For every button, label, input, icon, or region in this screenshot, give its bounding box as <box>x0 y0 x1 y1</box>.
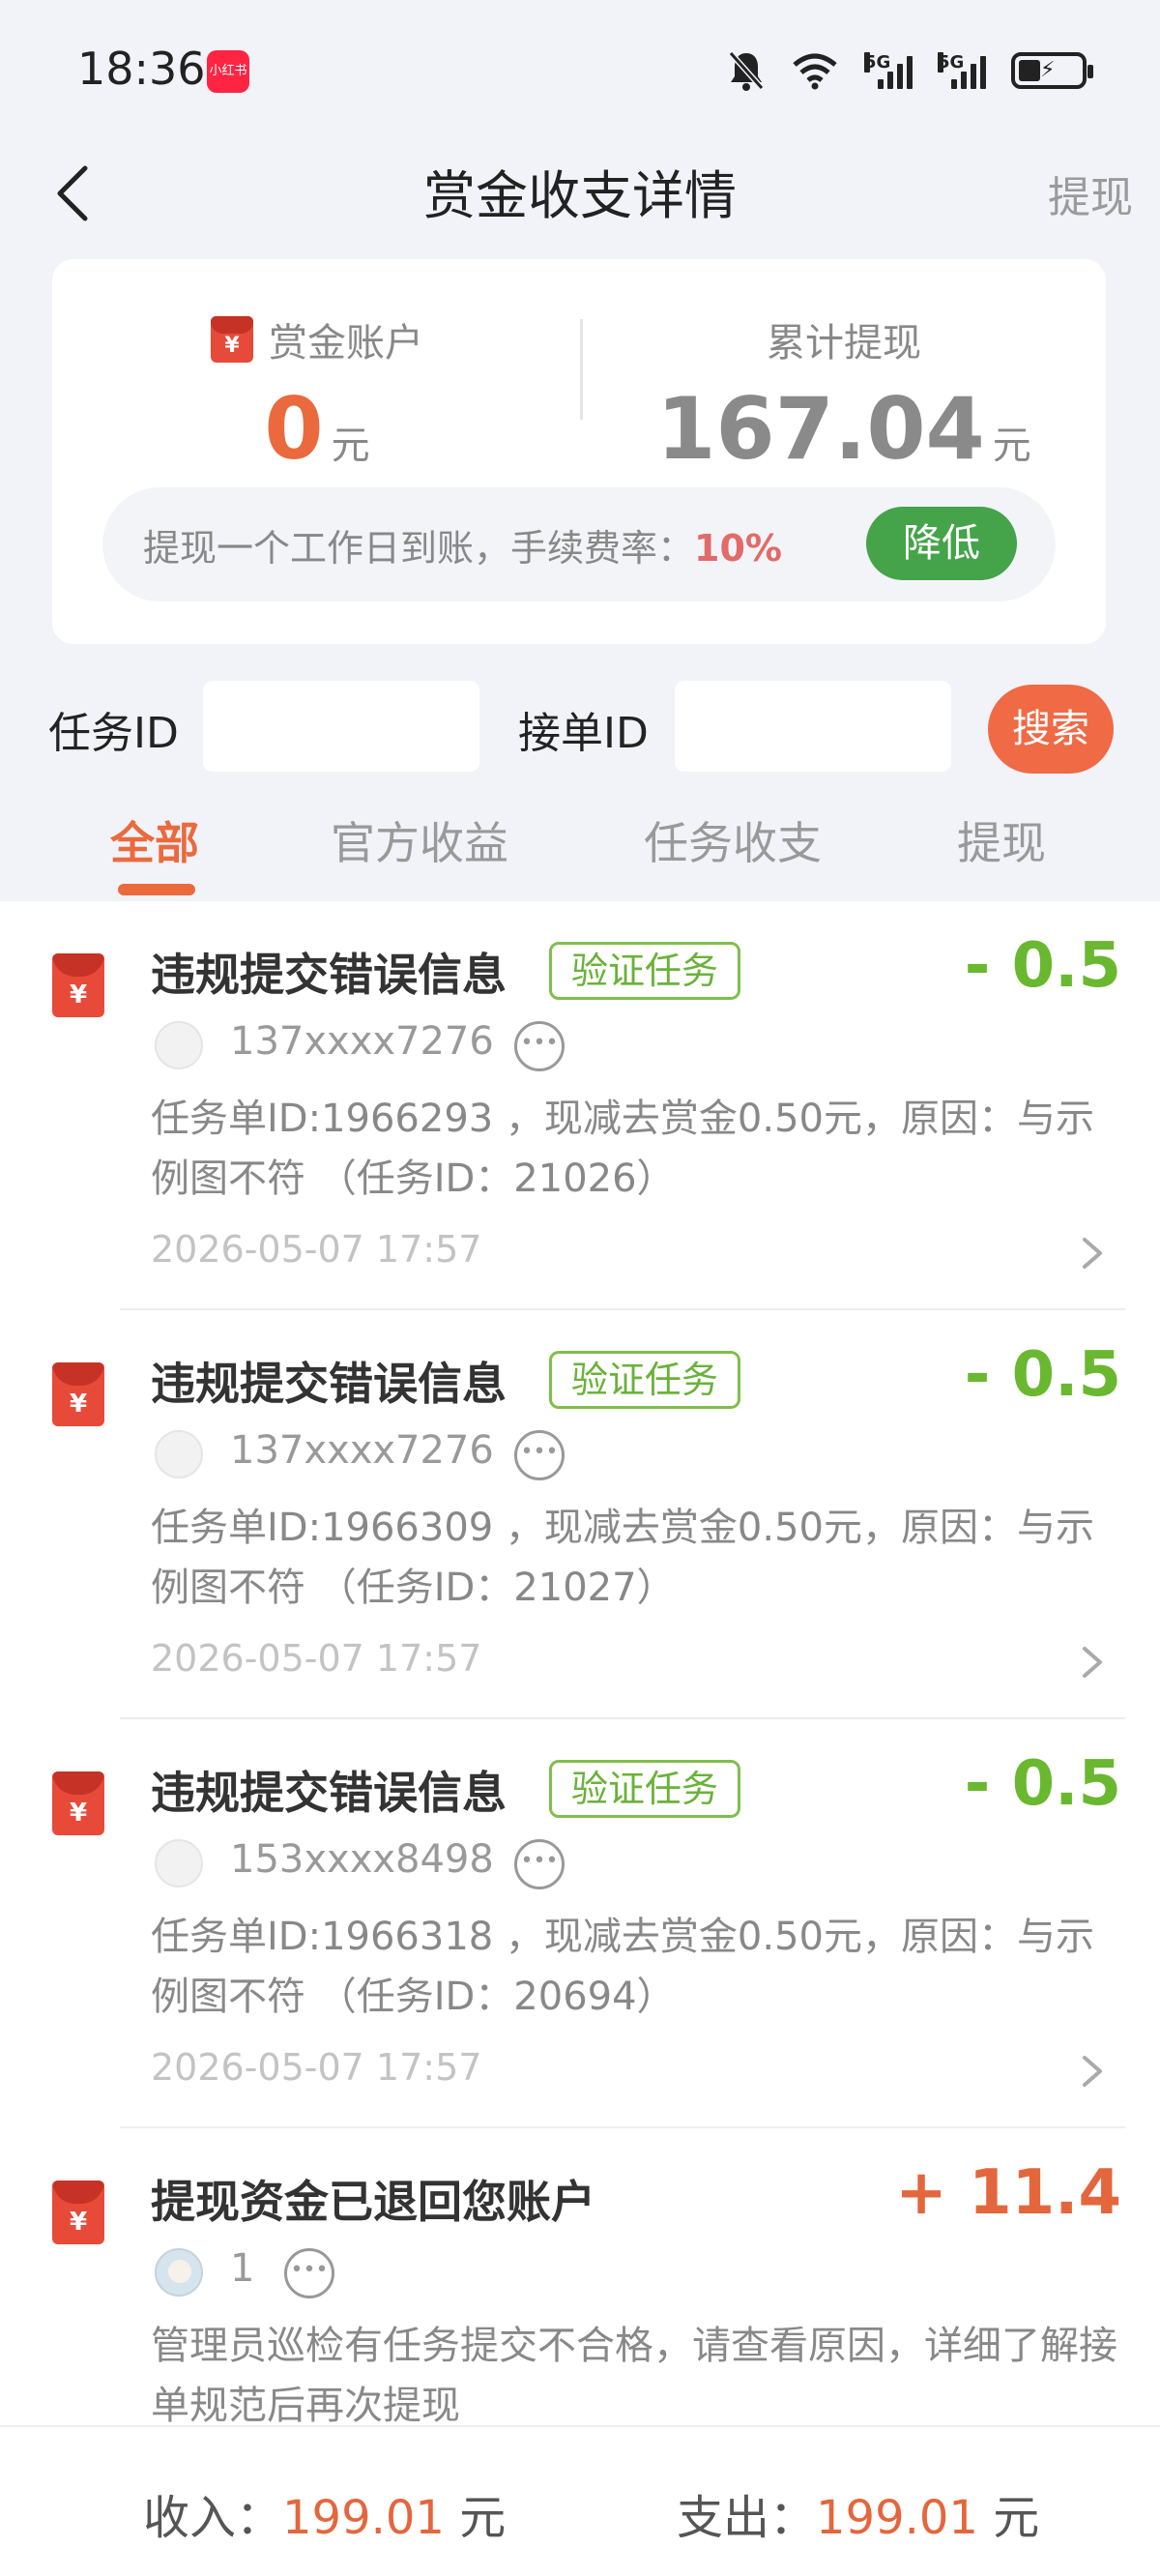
expense-unit: 元 <box>993 2491 1040 2545</box>
bounty-account-label: ¥ 赏金账户 <box>211 311 423 367</box>
total-withdrawn: 累计提现 167.04 元 <box>582 311 1106 479</box>
bounty-account-value: 0 <box>264 379 324 479</box>
fee-info-text: 提现一个工作日到账，手续费率：10% <box>143 518 782 571</box>
record-title: 违规提交错误信息 <box>151 949 507 1001</box>
record-user: 153xxxx8498 <box>230 1837 494 1882</box>
record-description: 任务单ID:1966318 ，现减去赏金0.50元，原因：与示例图不符 （任务I… <box>151 1915 1094 2019</box>
record-user: 137xxxx7276 <box>230 1019 494 1064</box>
total-withdrawn-value: 167.04 <box>656 379 985 479</box>
status-bar: 18:36 小红书 5G 5G ⚡ <box>0 0 1160 145</box>
record-amount: - 0.5 <box>964 930 1121 1002</box>
search-button[interactable]: 搜索 <box>988 685 1114 774</box>
task-id-input[interactable] <box>203 681 479 772</box>
list-item[interactable]: ¥ 违规提交错误信息 验证任务 - 0.5 137xxxx7276 ••• 任务… <box>0 901 1160 1310</box>
network-type-label: 5G <box>938 52 965 73</box>
withdraw-link[interactable]: 提现 <box>1048 162 1133 224</box>
order-id-label: 接单ID <box>518 709 649 758</box>
status-icons: 5G 5G ⚡ <box>727 48 1093 93</box>
expense-value: 199.01 <box>816 2491 978 2545</box>
red-envelope-icon: ¥ <box>52 2181 104 2244</box>
total-withdrawn-unit: 元 <box>992 424 1031 468</box>
record-title: 提现资金已退回您账户 <box>151 2176 595 2228</box>
footer-totals: 收入：199.01 元 支出：199.01 元 <box>0 2425 1160 2576</box>
task-id-label: 任务ID <box>48 709 179 758</box>
red-envelope-icon: ¥ <box>211 316 253 363</box>
record-time: 2026-05-07 17:57 <box>151 2046 482 2089</box>
chevron-right-icon[interactable] <box>1073 2052 1112 2091</box>
total-withdrawn-label: 累计提现 <box>767 321 921 366</box>
tab-withdraw[interactable]: 提现 <box>957 808 1046 872</box>
network-type-label: 5G <box>864 52 891 73</box>
wifi-icon <box>793 53 837 90</box>
list-item[interactable]: ¥ 违规提交错误信息 验证任务 - 0.5 137xxxx7276 ••• 任务… <box>0 1310 1160 1719</box>
record-title: 违规提交错误信息 <box>151 1767 507 1819</box>
record-tag: 验证任务 <box>549 1760 741 1818</box>
tab-active-indicator <box>118 884 195 895</box>
chevron-right-icon[interactable] <box>1073 1234 1112 1273</box>
chevron-right-icon[interactable] <box>1073 1643 1112 1682</box>
income-label: 收入： <box>143 2491 283 2545</box>
record-time: 2026-05-07 17:57 <box>151 1228 482 1271</box>
order-id-input[interactable] <box>675 681 951 772</box>
battery-charging-icon: ⚡ <box>1011 52 1093 89</box>
bounty-account: ¥ 赏金账户 0元 <box>52 311 582 479</box>
search-row: 任务ID 接单ID 搜索 <box>0 681 1160 774</box>
tab-all[interactable]: 全部 <box>110 808 199 872</box>
chat-bubble-icon[interactable]: ••• <box>514 1021 565 1071</box>
reduce-fee-button[interactable]: 降低 <box>866 507 1017 580</box>
red-envelope-icon: ¥ <box>52 1362 104 1426</box>
bounty-account-unit: 元 <box>331 424 370 468</box>
record-amount: + 11.4 <box>895 2157 1121 2229</box>
fee-description: 提现一个工作日到账，手续费率： <box>143 527 695 570</box>
bounty-account-text: 赏金账户 <box>269 321 423 366</box>
record-time: 2026-05-07 17:57 <box>151 1637 482 1680</box>
record-description: 任务单ID:1966309 ，现减去赏金0.50元，原因：与示例图不符 （任务I… <box>151 1506 1094 1610</box>
red-envelope-icon: ¥ <box>52 1771 104 1835</box>
income-total: 收入：199.01 元 <box>143 2479 506 2547</box>
tab-task-transactions[interactable]: 任务收支 <box>644 808 822 872</box>
red-envelope-icon: ¥ <box>52 953 104 1017</box>
record-tag: 验证任务 <box>549 942 741 1000</box>
expense-label: 支出： <box>677 2491 817 2545</box>
chat-bubble-icon[interactable]: ••• <box>514 1430 565 1480</box>
income-value: 199.01 <box>282 2491 445 2545</box>
record-amount: - 0.5 <box>964 1339 1121 1411</box>
app-notification-icon: 小红书 <box>207 50 249 93</box>
record-description: 管理员巡检有任务提交不合格，请查看原因，详细了解接单规范后再次提现 <box>151 2324 1117 2428</box>
chat-bubble-icon[interactable]: ••• <box>514 1839 565 1889</box>
bell-off-icon <box>728 51 765 91</box>
record-tag: 验证任务 <box>549 1351 741 1409</box>
record-description: 任务单ID:1966293 ，现减去赏金0.50元，原因：与示例图不符 （任务I… <box>151 1097 1094 1201</box>
avatar <box>155 2248 203 2297</box>
tab-official-income[interactable]: 官方收益 <box>331 808 508 872</box>
signal-5g-icon: 5G <box>938 52 986 89</box>
chat-bubble-icon[interactable]: ••• <box>284 2248 334 2298</box>
expense-total: 支出：199.01 元 <box>677 2479 1039 2547</box>
fee-rate: 10% <box>694 527 782 570</box>
record-title: 违规提交错误信息 <box>151 1358 507 1410</box>
record-amount: - 0.5 <box>964 1748 1121 1820</box>
avatar <box>155 1839 203 1888</box>
status-time: 18:36 <box>77 43 206 95</box>
summary-card: ¥ 赏金账户 0元 累计提现 167.04 元 提现一个工作日到账，手续费率：10… <box>52 259 1106 644</box>
avatar <box>155 1021 203 1069</box>
record-user: 137xxxx7276 <box>230 1428 494 1473</box>
list-item[interactable]: ¥ 违规提交错误信息 验证任务 - 0.5 153xxxx8498 ••• 任务… <box>0 1719 1160 2128</box>
fee-info-bar: 提现一个工作日到账，手续费率：10% 降低 <box>102 487 1056 601</box>
page-title: 赏金收支详情 <box>423 165 737 226</box>
record-list: ¥ 违规提交错误信息 验证任务 - 0.5 137xxxx7276 ••• 任务… <box>0 901 1160 2537</box>
record-user: 1 <box>230 2246 255 2291</box>
income-unit: 元 <box>459 2491 507 2545</box>
avatar <box>155 1430 203 1478</box>
signal-5g-icon: 5G <box>864 52 913 89</box>
